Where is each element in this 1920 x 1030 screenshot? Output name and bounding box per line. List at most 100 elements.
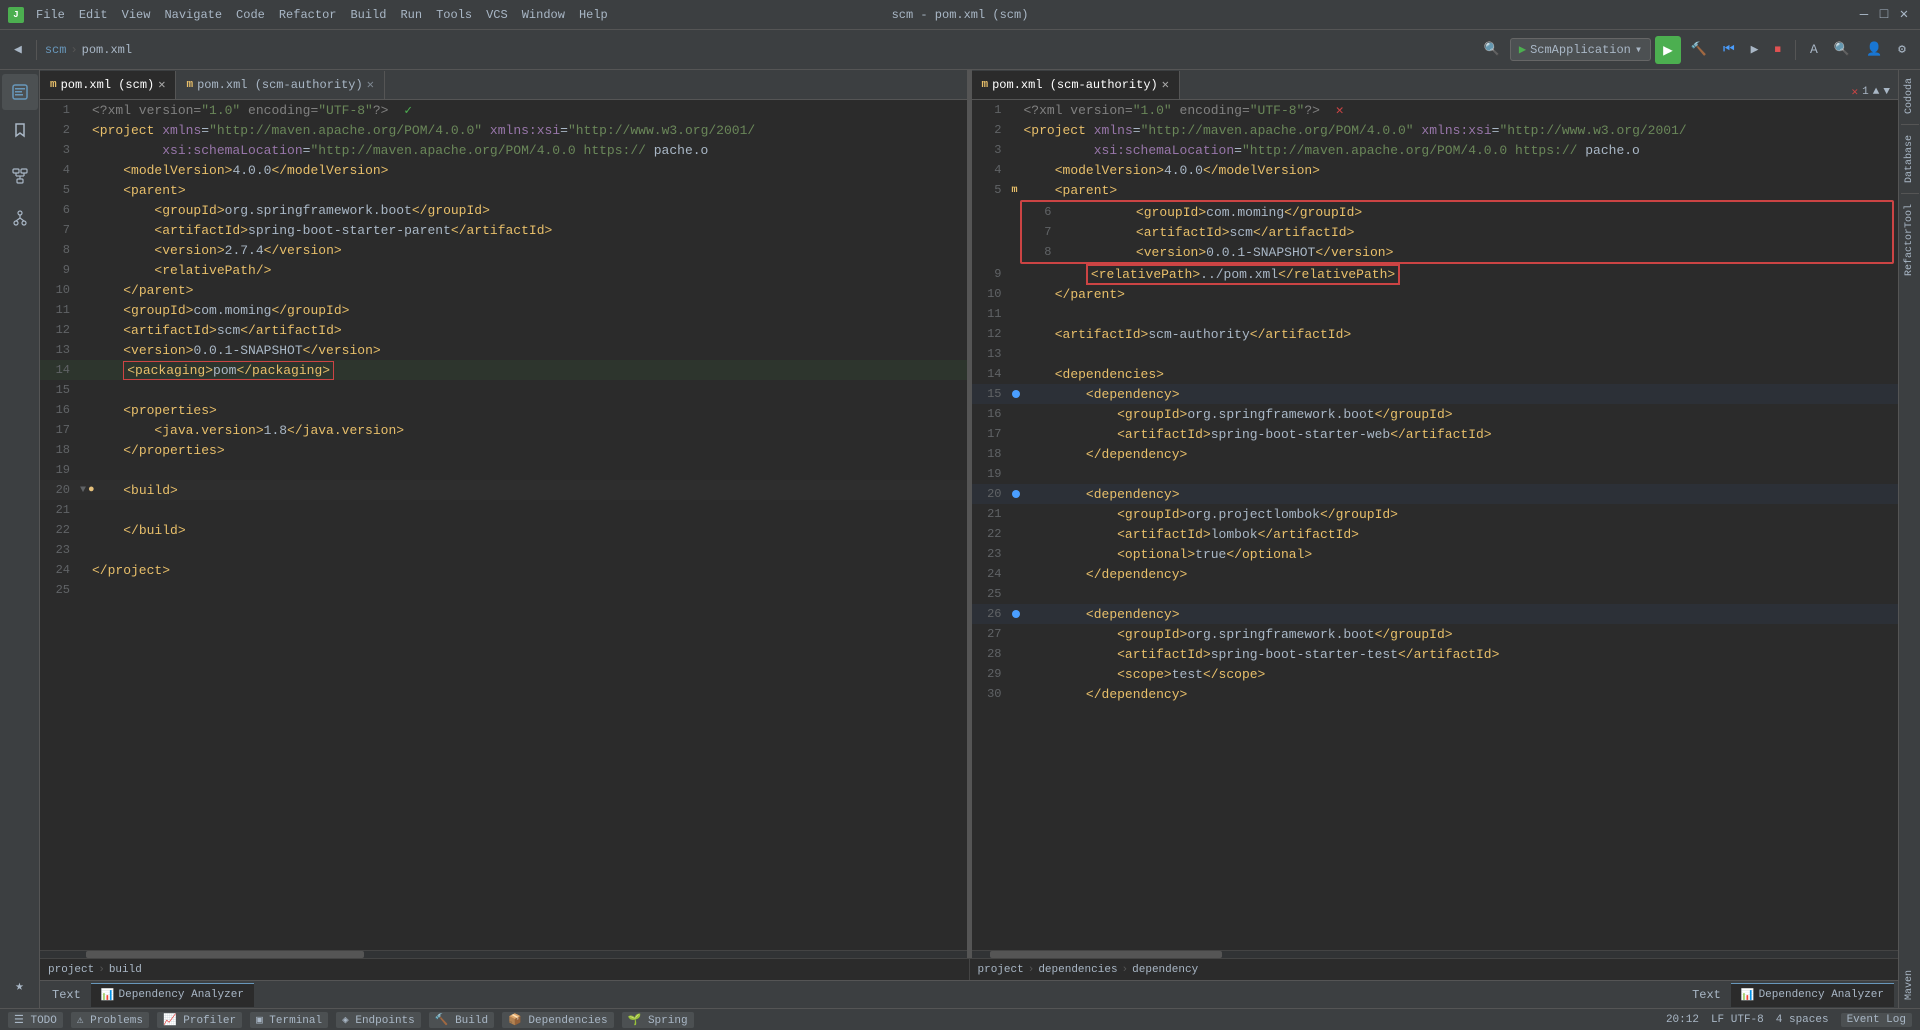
right-breadcrumb-item-1[interactable]: project xyxy=(978,964,1024,976)
right-scrollbar[interactable] xyxy=(972,950,1899,958)
spring-tab[interactable]: 🌱 Spring xyxy=(622,1012,694,1028)
right-breadcrumb-item-2[interactable]: dependencies xyxy=(1038,964,1117,976)
left-dep-analyzer-tab[interactable]: 📊 Dependency Analyzer xyxy=(91,983,254,1007)
left-text-label: Text xyxy=(44,988,89,1002)
right-breadcrumb-item-3[interactable]: dependency xyxy=(1132,964,1198,976)
r-line-num-6: 6 xyxy=(1022,205,1062,219)
r-code-line-6: 6 <groupId>com.moming</groupId> xyxy=(1022,202,1893,222)
left-scrollbar-thumb[interactable] xyxy=(86,951,364,958)
right-sidebar-cododa[interactable]: Cododa xyxy=(1904,74,1915,118)
r-line-body-27: <groupId>org.springframework.boot</group… xyxy=(1020,627,1899,642)
menu-tools[interactable]: Tools xyxy=(430,6,478,24)
menu-build[interactable]: Build xyxy=(344,6,392,24)
code-line-2: 2 <project xmlns="http://maven.apache.or… xyxy=(40,120,967,140)
left-breadcrumb-item-2[interactable]: build xyxy=(109,964,142,976)
left-breadcrumb-sep-1: › xyxy=(98,964,105,976)
translate-button[interactable]: A xyxy=(1804,38,1824,61)
code-line-16: 16 <properties> xyxy=(40,400,967,420)
right-dep-analyzer-tab[interactable]: 📊 Dependency Analyzer xyxy=(1731,983,1894,1007)
menu-edit[interactable]: Edit xyxy=(73,6,114,24)
left-tab-pom-authority[interactable]: m pom.xml (scm-authority) ✕ xyxy=(176,71,384,99)
menu-refactor[interactable]: Refactor xyxy=(273,6,343,24)
find-button[interactable]: 🔍 xyxy=(1828,38,1856,61)
breadcrumb-pomxml[interactable]: pom.xml xyxy=(82,43,132,57)
r-line-body-8: <version>0.0.1-SNAPSHOT</version> xyxy=(1070,245,1893,260)
build-button[interactable]: 🔨 xyxy=(1685,38,1713,61)
right-sidebar-database[interactable]: Database xyxy=(1904,131,1915,187)
terminal-tab[interactable]: ▣ Terminal xyxy=(250,1012,328,1028)
line-num-10: 10 xyxy=(40,283,80,297)
run-config-icon: ▶ xyxy=(1519,42,1526,57)
menu-help[interactable]: Help xyxy=(573,6,614,24)
left-tab2-close[interactable]: ✕ xyxy=(367,79,374,91)
menu-bar: File Edit View Navigate Code Refactor Bu… xyxy=(30,6,614,24)
r-code-line-26: 26 <dependency> xyxy=(972,604,1899,624)
settings-button[interactable]: ⚙ xyxy=(1892,38,1912,61)
close-button[interactable]: ✕ xyxy=(1896,7,1912,23)
dependencies-tab[interactable]: 📦 Dependencies xyxy=(502,1012,614,1028)
terminal-icon: ▣ xyxy=(256,1015,263,1027)
r-code-line-30: 30 </dependency> xyxy=(972,684,1899,704)
sidebar-bookmark-icon[interactable] xyxy=(2,112,38,148)
left-breadcrumb-item-1[interactable]: project xyxy=(48,964,94,976)
left-scroll-area[interactable]: 1 <?xml version="1.0" encoding="UTF-8"?>… xyxy=(40,100,967,950)
stop-button[interactable]: ⏹ xyxy=(1768,38,1787,61)
line-ind-20: ▼ ● xyxy=(80,484,88,496)
r-line-ind-26 xyxy=(1012,610,1020,618)
run-button[interactable]: ▶ xyxy=(1655,36,1681,64)
menu-view[interactable]: View xyxy=(116,6,157,24)
coverage-button[interactable]: ▶ xyxy=(1745,38,1765,61)
debug-button[interactable]: ⏮ xyxy=(1717,38,1741,61)
r-line-body-12: <artifactId>scm-authority</artifactId> xyxy=(1020,327,1899,342)
todo-tab[interactable]: ☰ TODO xyxy=(8,1012,63,1028)
r-line-body-3: xsi:schemaLocation="http://maven.apache.… xyxy=(1020,143,1899,158)
problems-tab[interactable]: ⚠ Problems xyxy=(71,1012,149,1028)
left-tab-close[interactable]: ✕ xyxy=(158,79,165,91)
right-breadcrumb-pane: project › dependencies › dependency xyxy=(970,959,1899,980)
menu-vcs[interactable]: VCS xyxy=(480,6,514,24)
line-body-12: <artifactId>scm</artifactId> xyxy=(88,323,967,338)
menu-file[interactable]: File xyxy=(30,6,71,24)
event-log-tab[interactable]: Event Log xyxy=(1841,1013,1912,1027)
left-scrollbar[interactable] xyxy=(40,950,967,958)
line-body-2: <project xmlns="http://maven.apache.org/… xyxy=(88,123,967,138)
right-sidebar-sep-2 xyxy=(1901,193,1919,194)
right-scroll-area[interactable]: 1 <?xml version="1.0" encoding="UTF-8"?>… xyxy=(972,100,1899,950)
build-icon: 🔨 xyxy=(435,1015,449,1027)
r-code-line-13: 13 xyxy=(972,344,1899,364)
profile-button[interactable]: 👤 xyxy=(1860,38,1888,61)
bottom-tabs-bar: Text 📊 Dependency Analyzer Text 📊 Depend… xyxy=(40,980,1898,1008)
right-tab-pom-authority[interactable]: m pom.xml (scm-authority) ✕ xyxy=(972,71,1180,99)
breadcrumb-scm[interactable]: scm xyxy=(45,43,67,57)
line-body-14: <packaging>pom</packaging> xyxy=(88,363,967,378)
r-line-num-17: 17 xyxy=(972,427,1012,441)
right-sidebar-maven[interactable]: Maven xyxy=(1904,966,1915,1004)
menu-window[interactable]: Window xyxy=(516,6,571,24)
menu-code[interactable]: Code xyxy=(230,6,271,24)
todo-label: TODO xyxy=(30,1015,56,1027)
build-tab[interactable]: 🔨 Build xyxy=(429,1012,494,1028)
menu-run[interactable]: Run xyxy=(394,6,428,24)
right-tab-close[interactable]: ✕ xyxy=(1162,79,1169,91)
left-tab-pom-scm[interactable]: m pom.xml (scm) ✕ xyxy=(40,71,176,99)
sidebar-git-icon[interactable] xyxy=(2,200,38,236)
right-scrollbar-thumb[interactable] xyxy=(990,951,1222,958)
red-box-group: 6 <groupId>com.moming</groupId> 7 xyxy=(1020,200,1895,264)
todo-icon: ☰ xyxy=(14,1015,24,1027)
run-config-selector[interactable]: ▶ ScmApplication ▾ xyxy=(1510,38,1651,61)
r-line-body-16: <groupId>org.springframework.boot</group… xyxy=(1020,407,1899,422)
endpoints-label: Endpoints xyxy=(355,1015,414,1027)
r-line-ind-5: m xyxy=(1012,185,1020,196)
endpoints-tab[interactable]: ◈ Endpoints xyxy=(336,1012,421,1028)
sidebar-favorites-icon[interactable]: ★ xyxy=(2,968,38,1004)
dependencies-label: Dependencies xyxy=(528,1015,607,1027)
right-sidebar-refactortool[interactable]: RefactorTool xyxy=(1904,200,1915,280)
minimize-button[interactable]: — xyxy=(1856,7,1872,23)
sidebar-structure-icon[interactable] xyxy=(2,158,38,194)
menu-navigate[interactable]: Navigate xyxy=(158,6,228,24)
sidebar-project-icon[interactable] xyxy=(2,74,38,110)
search-button[interactable]: 🔍 xyxy=(1478,38,1506,61)
back-button[interactable]: ◀ xyxy=(8,38,28,61)
maximize-button[interactable]: □ xyxy=(1876,7,1892,23)
profiler-tab[interactable]: 📈 Profiler xyxy=(157,1012,242,1028)
